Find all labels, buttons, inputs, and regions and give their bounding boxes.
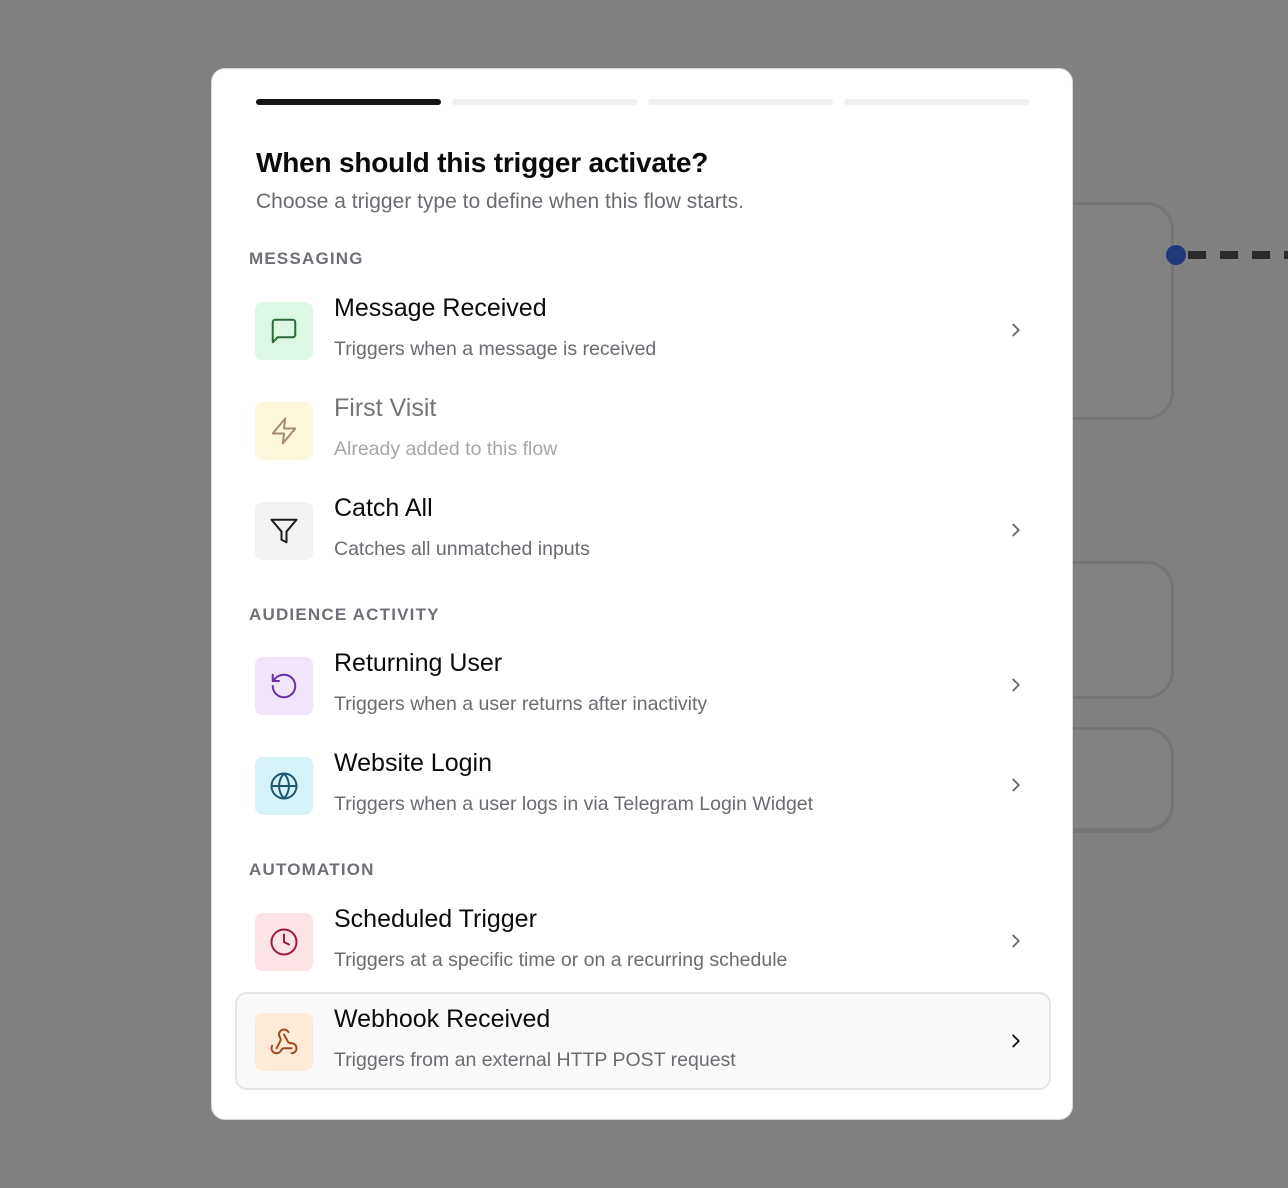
filter-icon [270, 518, 298, 544]
trigger-option-scheduled-trigger[interactable]: Scheduled Trigger Triggers at a specific… [235, 892, 1051, 990]
step-1-indicator [256, 99, 441, 105]
step-progress [256, 99, 1029, 105]
icon-container [255, 757, 313, 815]
section-label-automation: AUTOMATION [249, 860, 375, 879]
trigger-name: Returning User [334, 649, 503, 677]
icon-container [255, 913, 313, 971]
trigger-description: Triggers from an external HTTP POST requ… [334, 1049, 736, 1071]
trigger-option-website-login[interactable]: Website Login Triggers when a user logs … [235, 736, 1051, 834]
chevron-right-icon [1005, 519, 1027, 541]
globe-icon [270, 772, 298, 800]
section-label-messaging: MESSAGING [249, 249, 364, 268]
trigger-description: Triggers when a user logs in via Telegra… [334, 793, 814, 815]
connection-edge [1188, 251, 1288, 259]
trigger-name: Webhook Received [334, 1005, 551, 1033]
trigger-name: Scheduled Trigger [334, 905, 537, 933]
modal-title: When should this trigger activate? [256, 147, 709, 178]
chevron-right-icon [1005, 774, 1027, 796]
trigger-option-first-visit: First Visit Already added to this flow [235, 381, 1051, 479]
trigger-option-catch-all[interactable]: Catch All Catches all unmatched inputs [235, 481, 1051, 579]
chevron-right-icon [1005, 1030, 1027, 1052]
icon-container [255, 502, 313, 560]
chevron-right-icon [1005, 319, 1027, 341]
trigger-picker-modal: When should this trigger activate? Choos… [211, 68, 1073, 1120]
trigger-description: Triggers when a user returns after inact… [334, 693, 708, 715]
icon-container [255, 302, 313, 360]
step-2-indicator [452, 99, 637, 105]
trigger-name: Catch All [334, 494, 433, 522]
rotate-ccw-icon [271, 673, 297, 699]
clock-icon [270, 928, 298, 956]
section-label-audience-activity: AUDIENCE ACTIVITY [249, 605, 440, 624]
message-square-icon [271, 318, 297, 344]
trigger-description: Triggers when a message is received [334, 338, 657, 360]
icon-container [255, 1013, 313, 1071]
lightning-bolt-icon [271, 417, 297, 445]
trigger-name: First Visit [334, 394, 437, 422]
trigger-option-webhook-received[interactable]: Webhook Received Triggers from an extern… [235, 992, 1051, 1090]
webhook-icon [270, 1028, 298, 1055]
chevron-right-icon [1005, 674, 1027, 696]
trigger-name: Message Received [334, 294, 547, 322]
icon-container [255, 402, 313, 460]
step-4-indicator [844, 99, 1029, 105]
icon-container [255, 657, 313, 715]
trigger-description: Triggers at a specific time or on a recu… [334, 949, 788, 971]
trigger-name: Website Login [334, 749, 492, 777]
chevron-right-icon [1005, 930, 1027, 952]
step-3-indicator [648, 99, 833, 105]
modal-subtitle: Choose a trigger type to define when thi… [256, 190, 744, 213]
trigger-option-message-received[interactable]: Message Received Triggers when a message… [235, 281, 1051, 379]
connection-handle [1166, 245, 1186, 265]
trigger-description: Already added to this flow [334, 438, 558, 460]
trigger-description: Catches all unmatched inputs [334, 538, 590, 560]
trigger-option-returning-user[interactable]: Returning User Triggers when a user retu… [235, 636, 1051, 734]
